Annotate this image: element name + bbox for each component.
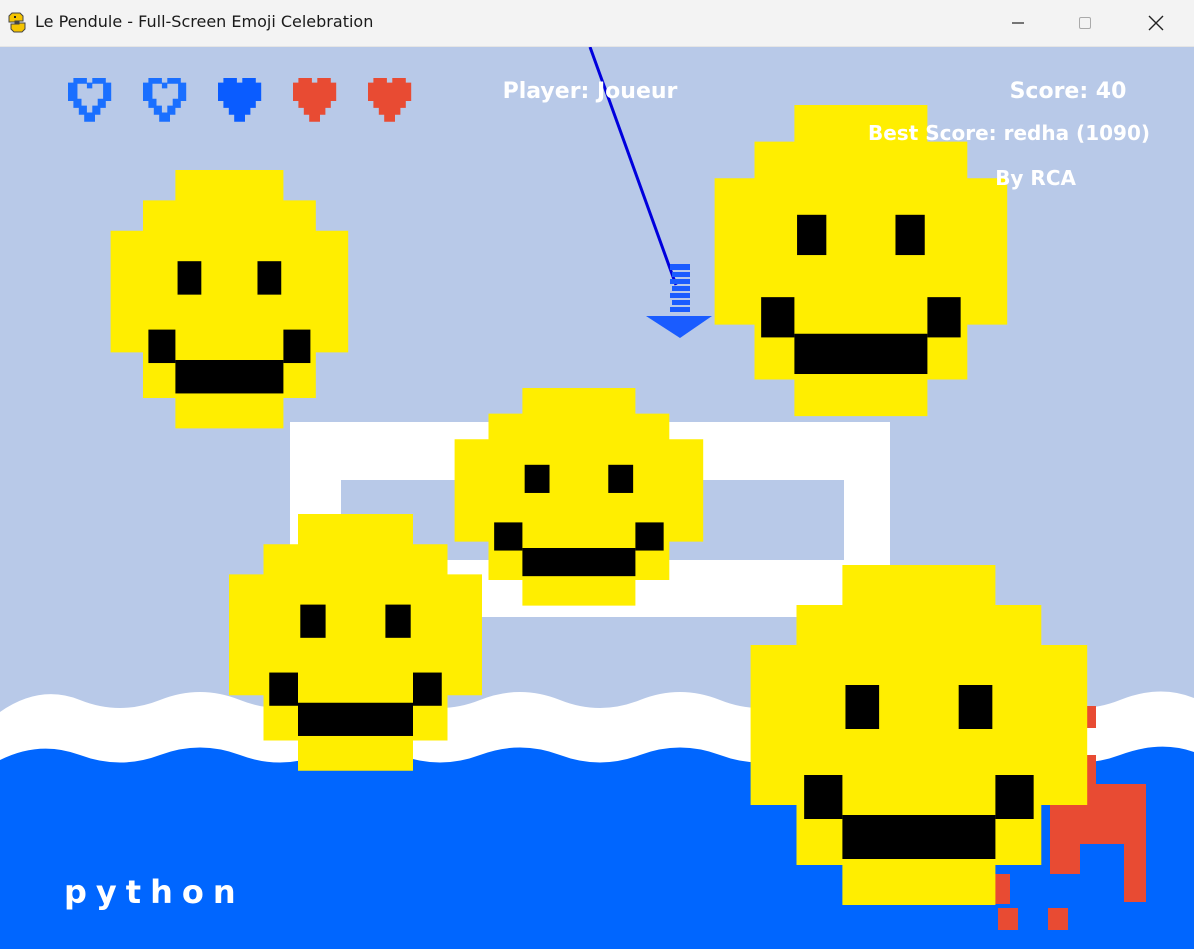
score-label: Score: 40 bbox=[1010, 79, 1127, 104]
window-titlebar[interactable]: Le Pendule - Full-Screen Emoji Celebrati… bbox=[0, 0, 1194, 47]
close-icon bbox=[1148, 15, 1164, 31]
footer-text: python bbox=[64, 873, 245, 911]
minimize-icon bbox=[1012, 22, 1024, 24]
close-button[interactable] bbox=[1121, 0, 1191, 46]
smiley-face-icon bbox=[750, 565, 1088, 905]
game-canvas[interactable]: Player: Joueur Score: 40 Best Score: red… bbox=[0, 47, 1194, 949]
smiley-face-icon bbox=[714, 105, 1008, 417]
smiley-face-icon bbox=[454, 388, 704, 606]
best-score-label: Best Score: redha (1090) bbox=[868, 121, 1150, 145]
smiley-face-icon bbox=[229, 514, 482, 771]
smiley-face-icon bbox=[110, 170, 349, 429]
python-snake-icon bbox=[8, 12, 26, 33]
minimize-button[interactable] bbox=[983, 0, 1053, 46]
maximize-icon bbox=[1079, 17, 1091, 29]
maximize-button[interactable] bbox=[1050, 0, 1120, 46]
credit-label: By RCA bbox=[995, 166, 1076, 190]
window-title: Le Pendule - Full-Screen Emoji Celebrati… bbox=[35, 12, 374, 31]
player-label: Player: Joueur bbox=[503, 79, 678, 104]
